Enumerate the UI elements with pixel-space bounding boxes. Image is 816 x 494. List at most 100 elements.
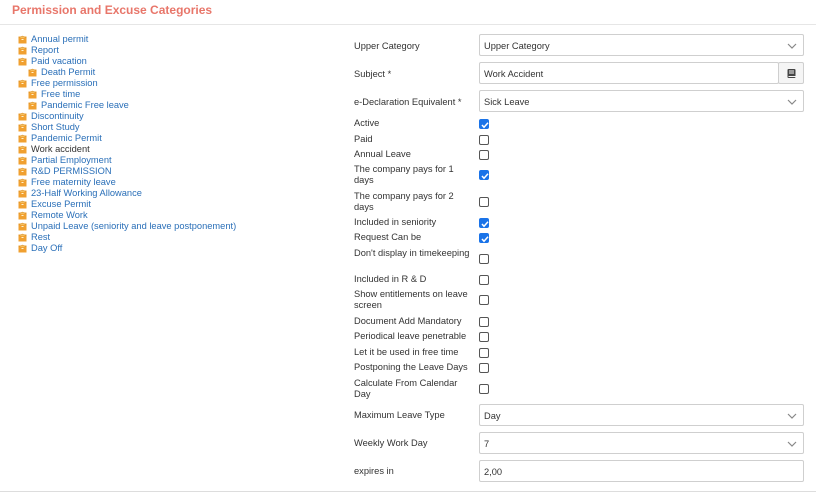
tree-item-label: Partial Employment	[31, 155, 112, 165]
folder-icon	[18, 46, 27, 55]
checkbox-label: Postponing the Leave Days	[354, 362, 468, 372]
checkbox[interactable]	[479, 275, 489, 285]
tree-item-label: Pandemic Permit	[31, 133, 102, 143]
checkbox-label: Show entitlements on leave screen	[354, 289, 468, 310]
tree-item[interactable]: Annual permit	[18, 34, 338, 45]
max-leave-type-select[interactable]: Day	[479, 404, 804, 426]
tree-item-label: Pandemic Free leave	[41, 100, 129, 110]
tree-item[interactable]: Free maternity leave	[18, 177, 338, 188]
folder-icon	[18, 134, 27, 143]
tree-item[interactable]: Excuse Permit	[18, 199, 338, 210]
max-leave-type-label: Maximum Leave Type	[354, 410, 445, 420]
tree-item[interactable]: Unpaid Leave (seniority and leave postpo…	[18, 221, 338, 232]
checkbox[interactable]	[479, 218, 489, 228]
tree-item-label: Free permission	[31, 78, 98, 88]
checkbox[interactable]	[479, 254, 489, 264]
checkbox[interactable]	[479, 119, 489, 129]
tree-item[interactable]: Discontinuity	[18, 111, 338, 122]
tree-item[interactable]: 23-Half Working Allowance	[18, 188, 338, 199]
weekly-work-day-label: Weekly Work Day	[354, 438, 428, 448]
folder-icon	[18, 57, 27, 66]
checkbox-label: Paid	[354, 134, 373, 144]
edeclaration-select[interactable]: Sick Leave	[479, 90, 804, 112]
folder-icon	[18, 178, 27, 187]
tree-item-label: Work accident	[31, 144, 90, 154]
edeclaration-value: Sick Leave	[484, 97, 530, 107]
chevron-down-icon	[787, 43, 797, 49]
upper-category-label: Upper Category	[354, 41, 420, 51]
checkbox-label: Active	[354, 118, 380, 128]
checkbox[interactable]	[479, 197, 489, 207]
folder-icon	[18, 211, 27, 220]
checkbox[interactable]	[479, 170, 489, 180]
tree-item[interactable]: Remote Work	[18, 210, 338, 221]
checkbox-label: Annual Leave	[354, 149, 411, 159]
folder-icon	[18, 145, 27, 154]
tree-item[interactable]: Paid vacation	[18, 56, 338, 67]
subject-input[interactable]: Work Accident	[479, 62, 779, 84]
tree-item[interactable]: R&D PERMISSION	[18, 166, 338, 177]
checkbox-label: Included in seniority	[354, 217, 437, 227]
tree-item-label: Remote Work	[31, 210, 88, 220]
checkbox[interactable]	[479, 317, 489, 327]
checkbox[interactable]	[479, 384, 489, 394]
tree-item-label: Free time	[41, 89, 81, 99]
tree-item[interactable]: Pandemic Permit	[18, 133, 338, 144]
checkbox[interactable]	[479, 150, 489, 160]
title-divider	[0, 24, 816, 25]
tree-item-label: R&D PERMISSION	[31, 166, 112, 176]
checkbox-label: Request Can be	[354, 232, 422, 242]
checkbox-label: The company pays for 1 days	[354, 164, 454, 185]
tree-item[interactable]: Report	[18, 45, 338, 56]
bottom-divider	[0, 491, 816, 492]
tree-item[interactable]: Death Permit	[28, 67, 338, 78]
subject-label: Subject *	[354, 69, 392, 79]
tree-item-label: Unpaid Leave (seniority and leave postpo…	[31, 221, 237, 231]
folder-icon	[28, 68, 37, 77]
checkbox[interactable]	[479, 295, 489, 305]
expires-in-value: 2,00	[484, 467, 503, 477]
weekly-work-day-select[interactable]: 7	[479, 432, 804, 454]
checkbox[interactable]	[479, 363, 489, 373]
tree-item-label: Free maternity leave	[31, 177, 116, 187]
tree-item[interactable]: Rest	[18, 232, 338, 243]
checkbox[interactable]	[479, 348, 489, 358]
subject-lookup-button[interactable]	[778, 62, 804, 84]
tree-item[interactable]: Partial Employment	[18, 155, 338, 166]
tree-item[interactable]: Work accident	[18, 144, 338, 155]
checkbox[interactable]	[479, 233, 489, 243]
folder-icon	[18, 123, 27, 132]
expires-in-input[interactable]: 2,00	[479, 460, 804, 482]
upper-category-value: Upper Category	[484, 41, 550, 51]
tree-item-label: 23-Half Working Allowance	[31, 188, 142, 198]
checkbox-label: The company pays for 2 days	[354, 191, 454, 212]
chevron-down-icon	[787, 413, 797, 419]
folder-icon	[18, 156, 27, 165]
checkbox-label: Periodical leave penetrable	[354, 331, 467, 341]
checkbox-label: Let it be used in free time	[354, 347, 459, 357]
subject-value: Work Accident	[484, 69, 544, 79]
folder-icon	[18, 222, 27, 231]
checkbox-label: Don't display in timekeeping	[354, 248, 470, 258]
folder-icon	[18, 35, 27, 44]
tree-item-label: Rest	[31, 232, 51, 242]
tree-item[interactable]: Pandemic Free leave	[28, 100, 338, 111]
tree-item[interactable]: Free permission	[18, 78, 338, 89]
tree-item[interactable]: Day Off	[18, 243, 338, 254]
book-icon	[787, 69, 796, 78]
tree-item[interactable]: Short Study	[18, 122, 338, 133]
checkbox[interactable]	[479, 135, 489, 145]
upper-category-select[interactable]: Upper Category	[479, 34, 804, 56]
folder-icon	[18, 189, 27, 198]
edeclaration-label: e-Declaration Equivalent *	[354, 97, 462, 107]
folder-icon	[18, 200, 27, 209]
folder-icon	[18, 167, 27, 176]
tree-item-label: Paid vacation	[31, 56, 87, 66]
tree-item-label: Short Study	[31, 122, 80, 132]
checkbox-label: Included in R & D	[354, 274, 427, 284]
checkbox[interactable]	[479, 332, 489, 342]
tree-item-label: Death Permit	[41, 67, 96, 77]
max-leave-type-value: Day	[484, 411, 501, 421]
tree-item[interactable]: Free time	[28, 89, 338, 100]
page-title: Permission and Excuse Categories	[12, 3, 213, 17]
